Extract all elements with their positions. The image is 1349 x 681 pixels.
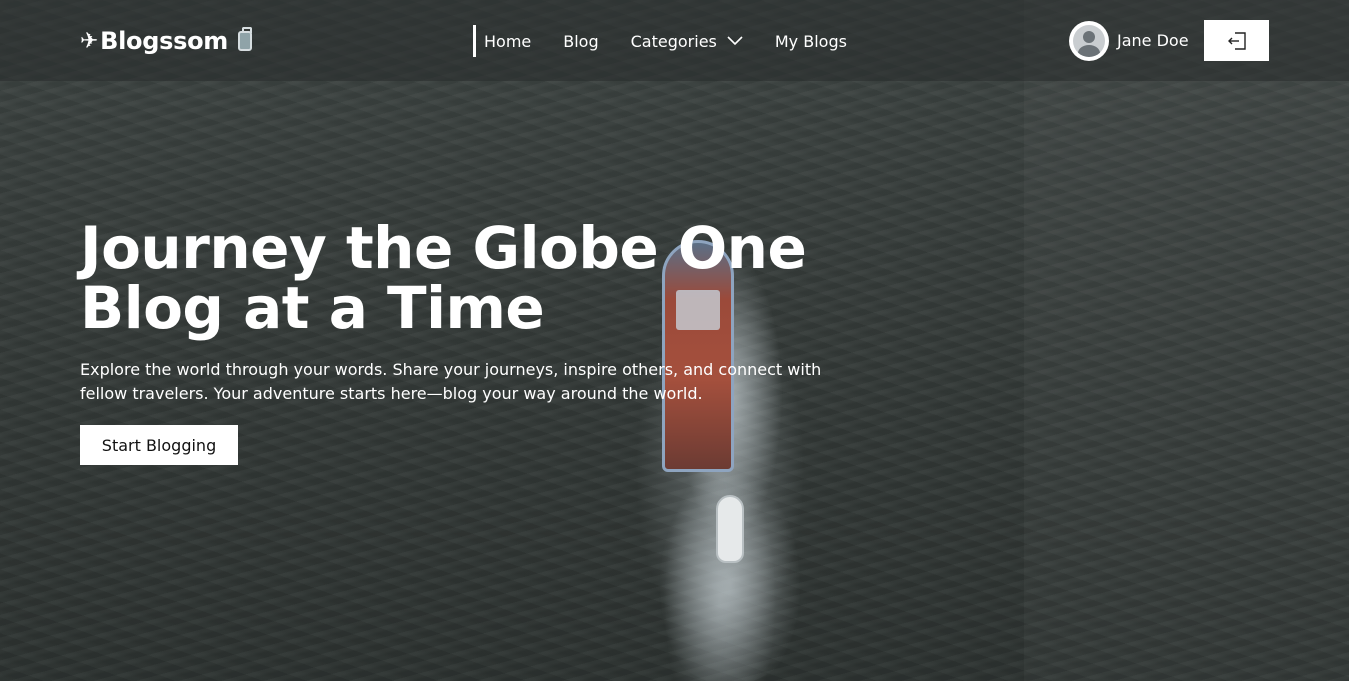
hero-title: Journey the Globe One Blog at a Time xyxy=(80,214,807,342)
nav-item-my-blogs[interactable]: My Blogs xyxy=(775,32,847,51)
logout-button[interactable] xyxy=(1204,20,1269,61)
user-menu[interactable]: Jane Doe xyxy=(1069,20,1189,61)
avatar[interactable] xyxy=(1069,20,1109,61)
page: ✈ Blogssom Home Blog Categories My Blogs… xyxy=(0,0,1349,681)
nav-item-home[interactable]: Home xyxy=(484,32,531,51)
brand-logo[interactable]: ✈ Blogssom xyxy=(80,22,252,60)
chevron-down-icon xyxy=(727,36,743,46)
luggage-icon xyxy=(238,27,252,51)
nav-item-blog[interactable]: Blog xyxy=(563,32,598,51)
nav-item-categories-label: Categories xyxy=(630,31,717,51)
hero-background-panel xyxy=(1024,0,1349,681)
hero-description: Explore the world through your words. Sh… xyxy=(80,360,822,403)
dinghy-image xyxy=(716,495,744,563)
user-icon xyxy=(1073,24,1105,57)
active-nav-indicator xyxy=(473,25,476,57)
main-nav: Home Blog Categories My Blogs xyxy=(473,25,879,57)
start-blogging-button[interactable]: Start Blogging xyxy=(80,425,238,465)
nav-item-categories[interactable]: Categories xyxy=(631,32,743,51)
user-name: Jane Doe xyxy=(1117,31,1189,50)
logout-icon xyxy=(1227,31,1246,50)
brand-name: Blogssom xyxy=(100,27,228,55)
site-header: ✈ Blogssom Home Blog Categories My Blogs… xyxy=(0,0,1349,81)
airplane-icon: ✈ xyxy=(80,28,99,54)
